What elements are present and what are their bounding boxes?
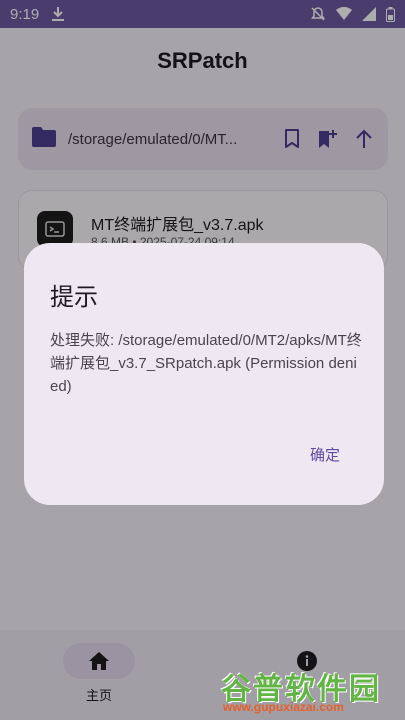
dialog-message: 处理失败: /storage/emulated/0/MT2/apks/MT终端扩… <box>50 332 362 395</box>
watermark-url: www.gupuxiazai.com <box>223 700 344 714</box>
watermark: 谷普软件园 www.gupuxiazai.com <box>221 664 403 716</box>
alert-dialog: 提示 处理失败: /storage/emulated/0/MT2/apks/MT… <box>24 243 384 505</box>
ok-button[interactable]: 确定 <box>308 440 342 469</box>
dialog-title: 提示 <box>50 283 98 311</box>
